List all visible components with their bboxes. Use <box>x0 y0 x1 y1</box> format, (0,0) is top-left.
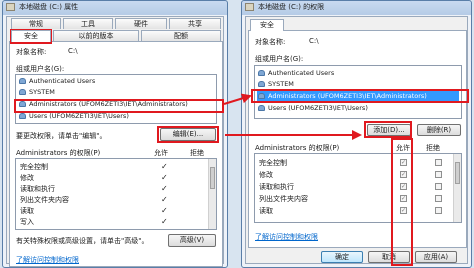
permissions-client: 安全 对象名称: C:\ 组或用户名(G): Authenticated Use… <box>245 16 468 266</box>
user-group-icon <box>19 78 26 84</box>
user-group-icon <box>258 70 265 76</box>
annotation-box-edit-button <box>157 126 219 143</box>
permissions-page: 对象名称: C:\ 组或用户名(G): Authenticated Users … <box>248 30 467 248</box>
annotation-box-allow-column <box>391 138 413 266</box>
object-name-value: C:\ <box>68 47 78 55</box>
perm-write: 写入 <box>20 218 34 226</box>
access-control-link[interactable]: 了解访问控制和权限 <box>255 232 318 242</box>
properties-title: 本地磁盘 (C:) 属性 <box>19 3 79 11</box>
tab-previous-versions[interactable]: 以前的版本 <box>53 30 139 41</box>
deny-checkbox-modify[interactable] <box>435 171 442 178</box>
list-item[interactable]: Authenticated Users <box>18 76 214 86</box>
permissions-titlebar: 本地磁盘 (C:) 的权限 <box>242 1 471 14</box>
permissions-title: 本地磁盘 (C:) 的权限 <box>258 3 325 11</box>
user-group-icon <box>258 105 265 111</box>
list-item[interactable]: Users (UFOM6ZETI3\IET\Users) <box>257 103 459 113</box>
permission-scrollbar[interactable] <box>453 154 461 222</box>
list-item[interactable]: SYSTEM <box>257 79 459 89</box>
check-icon: ✓ <box>161 195 168 204</box>
tab-quota[interactable]: 配额 <box>141 30 221 41</box>
permission-scrollbar[interactable] <box>208 159 216 229</box>
groups-label: 组或用户名(G): <box>255 55 304 63</box>
object-name-value: C:\ <box>309 37 319 45</box>
permission-list: 完全控制 修改 读取和执行 列出文件夹内容 读取 ✓ ✓ ✓ ✓ ✓ <box>254 153 462 223</box>
change-permissions-text: 要更改权限，请单击"编辑"。 <box>16 132 107 140</box>
user-group-icon <box>258 81 265 87</box>
perm-full-control: 完全控制 <box>259 159 287 167</box>
object-name-label: 对象名称: <box>255 38 286 46</box>
tab-sharing[interactable]: 共享 <box>169 18 221 29</box>
allow-header: 允许 <box>154 149 168 157</box>
deny-header: 拒绝 <box>426 144 440 152</box>
perm-read-execute: 读取和执行 <box>259 183 294 191</box>
check-icon: ✓ <box>161 184 168 193</box>
check-icon: ✓ <box>161 173 168 182</box>
security-page: 对象名称: C:\ 组或用户名(G): Authenticated Users … <box>9 41 223 267</box>
permissions-label: Administrators 的权限(P) <box>255 144 340 152</box>
deny-checkbox-list-folder[interactable] <box>435 195 442 202</box>
drive-icon <box>6 3 15 11</box>
perm-read-execute: 读取和执行 <box>20 185 55 193</box>
special-permissions-text: 有关特殊权限或高级设置，请单击"高级"。 <box>16 237 149 245</box>
remove-button[interactable]: 删除(R) <box>417 124 461 136</box>
list-item[interactable]: Authenticated Users <box>257 68 459 78</box>
perm-modify: 修改 <box>20 174 34 182</box>
tab-general[interactable]: 常规 <box>11 18 61 29</box>
check-icon: ✓ <box>161 217 168 226</box>
tab-tools[interactable]: 工具 <box>63 18 113 29</box>
properties-client: 常规 工具 硬件 共享 安全 以前的版本 配额 对象名称: C:\ 组或用户名(… <box>6 16 224 267</box>
perm-list-folder: 列出文件夹内容 <box>20 196 69 204</box>
perm-list-folder: 列出文件夹内容 <box>259 195 308 203</box>
tab-security[interactable]: 安全 <box>250 19 284 31</box>
user-group-icon <box>19 89 26 95</box>
user-group-icon <box>19 113 26 119</box>
scroll-thumb[interactable] <box>455 162 460 184</box>
scroll-thumb[interactable] <box>210 167 215 189</box>
perm-read: 读取 <box>259 207 273 215</box>
annotation-box-administrators-right <box>251 89 469 103</box>
lock-icon <box>245 3 254 11</box>
deny-checkbox-read[interactable] <box>435 207 442 214</box>
perm-full-control: 完全控制 <box>20 163 48 171</box>
deny-header: 拒绝 <box>190 149 204 157</box>
permissions-window: 本地磁盘 (C:) 的权限 安全 对象名称: C:\ 组或用户名(G): Aut… <box>241 0 472 268</box>
properties-window: 本地磁盘 (C:) 属性 常规 工具 硬件 共享 安全 以前的版本 配额 对象名… <box>2 0 228 268</box>
permission-list: 完全控制 修改 读取和执行 列出文件夹内容 读取 写入 ✓ ✓ ✓ ✓ ✓ ✓ <box>15 158 217 230</box>
list-item[interactable]: SYSTEM <box>18 87 214 97</box>
advanced-button[interactable]: 高级(V) <box>168 234 216 247</box>
permissions-label: Administrators 的权限(P) <box>16 149 101 157</box>
access-control-link[interactable]: 了解访问控制和权限 <box>16 255 79 265</box>
ok-button[interactable]: 确定 <box>321 251 363 263</box>
annotation-box-add-button <box>364 121 412 138</box>
perm-modify: 修改 <box>259 171 273 179</box>
perm-read: 读取 <box>20 207 34 215</box>
check-icon: ✓ <box>161 162 168 171</box>
deny-checkbox-full-control[interactable] <box>435 159 442 166</box>
object-name-label: 对象名称: <box>16 48 47 56</box>
tab-hardware[interactable]: 硬件 <box>115 18 167 29</box>
apply-button[interactable]: 应用(A) <box>415 251 457 263</box>
tab-security[interactable]: 安全 <box>11 30 51 42</box>
groups-label: 组或用户名(G): <box>16 65 65 73</box>
check-icon: ✓ <box>161 206 168 215</box>
deny-checkbox-read-execute[interactable] <box>435 183 442 190</box>
properties-titlebar: 本地磁盘 (C:) 属性 <box>3 1 227 14</box>
annotation-box-administrators-left <box>14 99 224 113</box>
